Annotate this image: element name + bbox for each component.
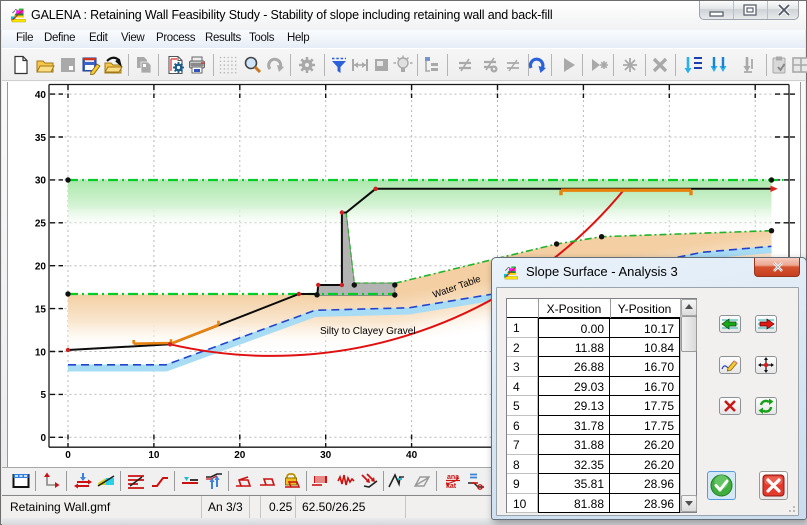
svg-text:20: 20	[234, 450, 246, 461]
svg-text:35: 35	[35, 133, 47, 144]
svg-text:10: 10	[35, 347, 47, 358]
svg-text:30: 30	[320, 450, 332, 461]
svg-text:10: 10	[148, 450, 160, 461]
svg-text:25: 25	[35, 219, 47, 230]
svg-text:0: 0	[65, 450, 71, 461]
svg-text:40: 40	[35, 90, 47, 101]
svg-text:40: 40	[406, 450, 418, 461]
svg-text:15: 15	[35, 304, 47, 315]
svg-text:0: 0	[40, 433, 46, 444]
svg-text:5: 5	[40, 390, 46, 401]
svg-text:Silty to Clayey Gravel: Silty to Clayey Gravel	[320, 326, 416, 337]
svg-text:30: 30	[35, 176, 47, 187]
svg-text:20: 20	[35, 262, 47, 273]
